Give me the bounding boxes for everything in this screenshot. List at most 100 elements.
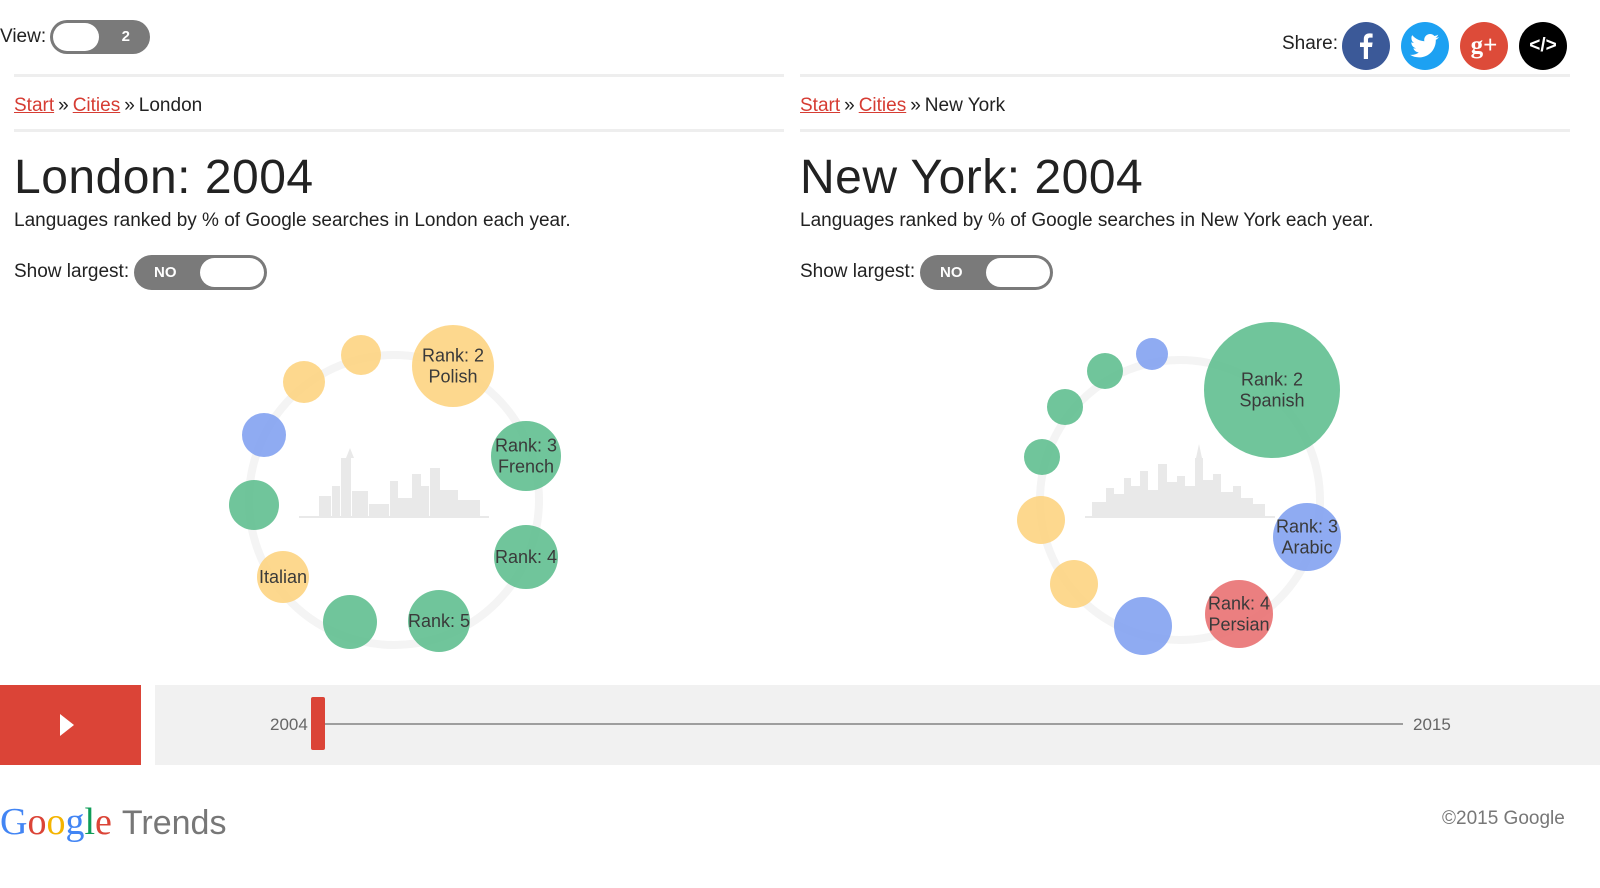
skyline-building (1131, 486, 1140, 516)
bubble-circle (1087, 353, 1123, 389)
timeline-start-year: 2004 (270, 715, 308, 734)
divider (14, 129, 784, 132)
bubble-label: Arabic (1281, 538, 1332, 558)
tower-spire (1196, 444, 1202, 458)
language-bubble[interactable] (323, 595, 377, 649)
skyline-building (1106, 488, 1114, 516)
skyline-building (1241, 498, 1253, 516)
bubble-label: Rank: 3 (1276, 517, 1338, 537)
bubble-circle (229, 480, 279, 530)
page-subtitle: Languages ranked by % of Google searches… (800, 210, 1374, 231)
logo-letter: G (0, 801, 28, 843)
page-title: London: 2004 (14, 151, 314, 204)
language-bubble[interactable] (1114, 597, 1172, 655)
bubble-circle (1050, 560, 1098, 608)
language-bubble[interactable] (1017, 496, 1065, 544)
breadcrumb-start-link[interactable]: Start (14, 95, 54, 116)
bubble-circle (1017, 496, 1065, 544)
language-bubble[interactable]: Rank: 4Persian (1205, 580, 1273, 648)
skyline-building (440, 490, 458, 516)
play-button[interactable] (0, 685, 141, 765)
page-subtitle: Languages ranked by % of Google searches… (14, 210, 571, 231)
skyline-building (1253, 504, 1265, 516)
breadcrumb-cities-link[interactable]: Cities (859, 95, 907, 116)
divider (800, 129, 1570, 132)
bubble-circle (1047, 389, 1083, 425)
language-bubble[interactable] (1024, 439, 1060, 475)
london-skyline-illustration (299, 448, 489, 518)
divider (14, 74, 784, 77)
skyline-base (299, 516, 489, 518)
language-bubble[interactable]: Rank: 4 (494, 525, 558, 589)
toggle-knob (200, 258, 264, 287)
language-bubble[interactable] (1047, 389, 1083, 425)
big-ben-spire (346, 448, 354, 458)
skyline-building (421, 486, 429, 516)
breadcrumb-start-link[interactable]: Start (800, 95, 840, 116)
skyline-building (369, 504, 389, 516)
bubble-circle (1024, 439, 1060, 475)
bubble-label: Rank: 4 (495, 547, 557, 567)
language-bubble[interactable]: Rank: 2Polish (412, 325, 494, 407)
language-bubble[interactable]: Rank: 3Arabic (1273, 503, 1341, 571)
language-bubble[interactable] (1087, 353, 1123, 389)
timeline-end-year: 2015 (1413, 715, 1451, 734)
toggle-knob (986, 258, 1050, 287)
skyline-building (458, 500, 480, 516)
breadcrumb-cities-link[interactable]: Cities (73, 95, 121, 116)
skyline-building (1185, 486, 1195, 516)
logo-letter: g (65, 801, 85, 843)
skyline-building (398, 498, 412, 516)
language-bubble[interactable]: Rank: 3French (491, 421, 561, 491)
show-largest-toggle[interactable]: NO (920, 255, 1053, 290)
language-bubble[interactable] (1050, 560, 1098, 608)
breadcrumb-current: London (138, 95, 203, 116)
bubble-label: French (498, 457, 554, 477)
logo-letter: o (27, 801, 47, 843)
google-logo: Google (0, 801, 112, 843)
show-largest-value: NO (154, 264, 177, 281)
bubble-circle (341, 335, 381, 375)
show-largest-toggle[interactable]: NO (134, 255, 267, 290)
language-bubble-ring: Rank: 2SpanishRank: 3ArabicRank: 4Persia… (1017, 322, 1341, 655)
skyline-building (1114, 494, 1124, 516)
skyline-building (430, 468, 440, 516)
skyline-building (1177, 476, 1185, 516)
divider (800, 74, 1570, 77)
timeline-track[interactable] (318, 723, 1403, 725)
language-bubble[interactable] (1136, 338, 1168, 370)
bubble-circle (323, 595, 377, 649)
language-bubble[interactable] (341, 335, 381, 375)
language-bubble[interactable] (283, 361, 325, 403)
language-bubble[interactable]: Rank: 2Spanish (1204, 322, 1340, 458)
skyline-building (412, 474, 421, 516)
language-bubble[interactable] (229, 480, 279, 530)
skyline-building (1124, 478, 1131, 516)
skyline-building (1195, 458, 1203, 516)
page-title: New York: 2004 (800, 151, 1144, 204)
skyline-base (1085, 516, 1275, 518)
bubble-circle (1114, 597, 1172, 655)
timeline-handle[interactable] (311, 697, 325, 750)
skyline-building (1158, 464, 1167, 516)
bubble-circle (283, 361, 325, 403)
skyline-building (332, 486, 340, 516)
bubble-label: Rank: 3 (495, 436, 557, 456)
logo-letter: e (95, 801, 112, 843)
language-bubble[interactable]: Italian (257, 551, 309, 603)
skyline-building (1167, 482, 1177, 516)
breadcrumb: Start» Cities» New York (800, 95, 1006, 116)
google-trends-logo: Google Trends (0, 800, 226, 844)
bubble-label: Rank: 4 (1208, 594, 1270, 614)
play-icon (60, 714, 74, 736)
year-timeline: 2004 2015 (155, 685, 1600, 765)
language-bubble[interactable]: Rank: 5 (408, 590, 470, 652)
language-bubble-ring: Rank: 2Polish Rank: 3French Rank: 4 Rank: 5… (229, 325, 561, 652)
logo-letter: l (84, 801, 96, 843)
skyline-building (1221, 492, 1233, 516)
trends-logo-text: Trends (121, 804, 227, 842)
show-largest-value: NO (940, 264, 963, 281)
language-bubble[interactable] (242, 413, 286, 457)
show-largest-label: Show largest: (14, 261, 130, 282)
bubble-label: Polish (428, 367, 477, 387)
